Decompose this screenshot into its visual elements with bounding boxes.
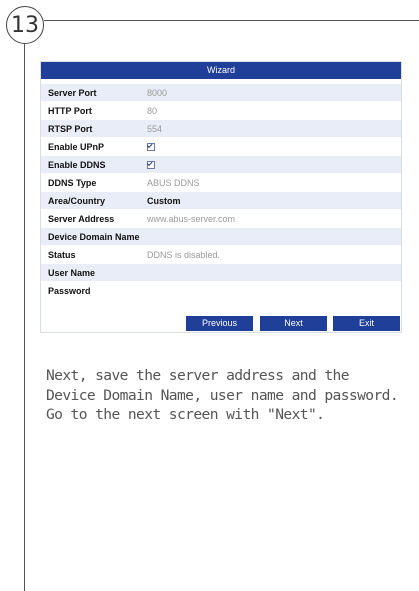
enable-ddns-label: Enable DDNS	[48, 159, 106, 170]
wizard-title: Wizard	[41, 62, 401, 79]
previous-button[interactable]: Previous	[186, 316, 253, 331]
password-row: Password	[41, 282, 401, 299]
enable-upnp-row: Enable UPnP	[41, 138, 401, 155]
exit-button[interactable]: Exit	[333, 316, 400, 331]
rtsp-port-field[interactable]: 554	[147, 124, 162, 134]
enable-upnp-checkbox[interactable]	[147, 142, 155, 151]
enable-ddns-checkbox[interactable]	[147, 160, 155, 169]
server-address-label: Server Address	[48, 213, 115, 224]
status-value: DDNS is disabled.	[147, 249, 221, 260]
step-number-badge: 13	[6, 6, 44, 44]
enable-ddns-row: Enable DDNS	[41, 156, 401, 173]
password-label: Password	[48, 285, 91, 296]
device-domain-name-label: Device Domain Name	[48, 231, 140, 242]
server-port-field[interactable]: 8000	[147, 88, 167, 98]
http-port-label: HTTP Port	[48, 105, 92, 116]
wizard-dialog: Wizard Server Port 8000 HTTP Port 80 RTS…	[40, 61, 402, 333]
rtsp-port-label: RTSP Port	[48, 123, 93, 134]
server-port-label: Server Port	[48, 87, 97, 98]
top-divider	[44, 20, 419, 21]
http-port-field[interactable]: 80	[147, 106, 157, 116]
area-country-label: Area/Country	[48, 195, 106, 206]
area-country-select[interactable]: Custom	[147, 196, 181, 206]
server-address-field[interactable]: www.abus-server.com	[147, 214, 235, 224]
server-port-row: Server Port 8000	[41, 84, 401, 101]
status-row: Status DDNS is disabled.	[41, 246, 401, 263]
instruction-text: Next, save the server address and the De…	[46, 367, 399, 423]
user-name-row: User Name	[41, 264, 401, 281]
ddns-type-row: DDNS Type ABUS DDNS	[41, 174, 401, 191]
device-domain-name-row: Device Domain Name	[41, 228, 401, 245]
status-label: Status	[48, 249, 76, 260]
ddns-type-select[interactable]: ABUS DDNS	[147, 178, 200, 188]
left-divider	[24, 44, 25, 591]
user-name-label: User Name	[48, 267, 96, 278]
rtsp-port-row: RTSP Port 554	[41, 120, 401, 137]
http-port-row: HTTP Port 80	[41, 102, 401, 119]
server-address-row: Server Address www.abus-server.com	[41, 210, 401, 227]
enable-upnp-label: Enable UPnP	[48, 141, 105, 152]
next-button[interactable]: Next	[260, 316, 327, 331]
area-country-row: Area/Country Custom	[41, 192, 401, 209]
ddns-type-label: DDNS Type	[48, 177, 97, 188]
